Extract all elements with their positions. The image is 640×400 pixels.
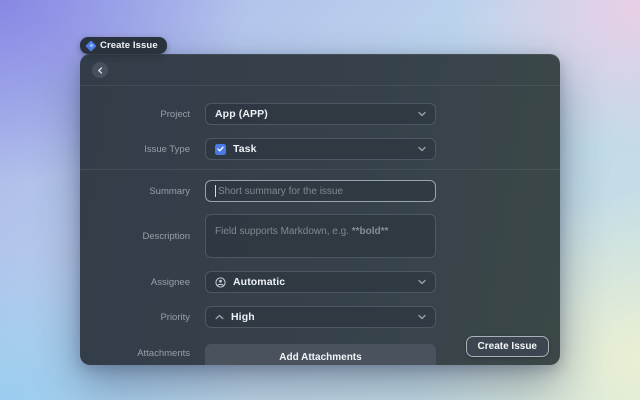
summary-label: Summary xyxy=(80,186,190,197)
back-button[interactable] xyxy=(92,62,108,78)
issue-type-value: Task xyxy=(233,143,257,155)
summary-input[interactable]: Short summary for the issue xyxy=(205,180,436,202)
project-label: Project xyxy=(80,109,190,120)
summary-placeholder: Short summary for the issue xyxy=(218,186,343,197)
issue-type-row: Issue Type Task xyxy=(80,138,560,160)
issue-type-label: Issue Type xyxy=(80,144,190,155)
project-value: App (APP) xyxy=(215,108,268,120)
create-issue-tag[interactable]: Create Issue xyxy=(80,37,167,54)
description-textarea[interactable]: Field supports Markdown, e.g. **bold** xyxy=(205,214,436,258)
description-label: Description xyxy=(80,231,190,242)
assignee-value: Automatic xyxy=(233,276,285,288)
chevron-left-icon xyxy=(97,67,104,74)
create-issue-button[interactable]: Create Issue xyxy=(466,336,549,357)
create-issue-dialog: Project App (APP) Issue Type Task xyxy=(80,54,560,365)
priority-value: High xyxy=(231,311,255,323)
description-row: Description Field supports Markdown, e.g… xyxy=(80,214,560,258)
priority-row: Priority High xyxy=(80,306,560,328)
chevron-down-icon xyxy=(418,111,426,117)
user-icon xyxy=(215,277,226,288)
assignee-select[interactable]: Automatic xyxy=(205,271,436,293)
chevron-down-icon xyxy=(418,314,426,320)
text-caret xyxy=(215,185,216,197)
attachments-label: Attachments xyxy=(80,344,190,359)
issue-type-select[interactable]: Task xyxy=(205,138,436,160)
project-select[interactable]: App (APP) xyxy=(205,103,436,125)
project-row: Project App (APP) xyxy=(80,103,560,125)
priority-select[interactable]: High xyxy=(205,306,436,328)
description-placeholder: Field supports Markdown, e.g. **bold** xyxy=(215,226,388,237)
chevron-down-icon xyxy=(418,146,426,152)
dialog-header xyxy=(80,54,560,86)
create-issue-tag-label: Create Issue xyxy=(100,40,158,51)
summary-row: Summary Short summary for the issue xyxy=(80,180,560,202)
assignee-label: Assignee xyxy=(80,277,190,288)
add-attachments-button[interactable]: Add Attachments xyxy=(205,344,436,365)
assignee-row: Assignee Automatic xyxy=(80,271,560,293)
priority-label: Priority xyxy=(80,312,190,323)
diamond-icon xyxy=(87,42,95,50)
chevron-up-icon xyxy=(215,314,224,320)
section-divider xyxy=(80,169,560,170)
task-checkbox-icon xyxy=(215,144,226,155)
chevron-down-icon xyxy=(418,279,426,285)
